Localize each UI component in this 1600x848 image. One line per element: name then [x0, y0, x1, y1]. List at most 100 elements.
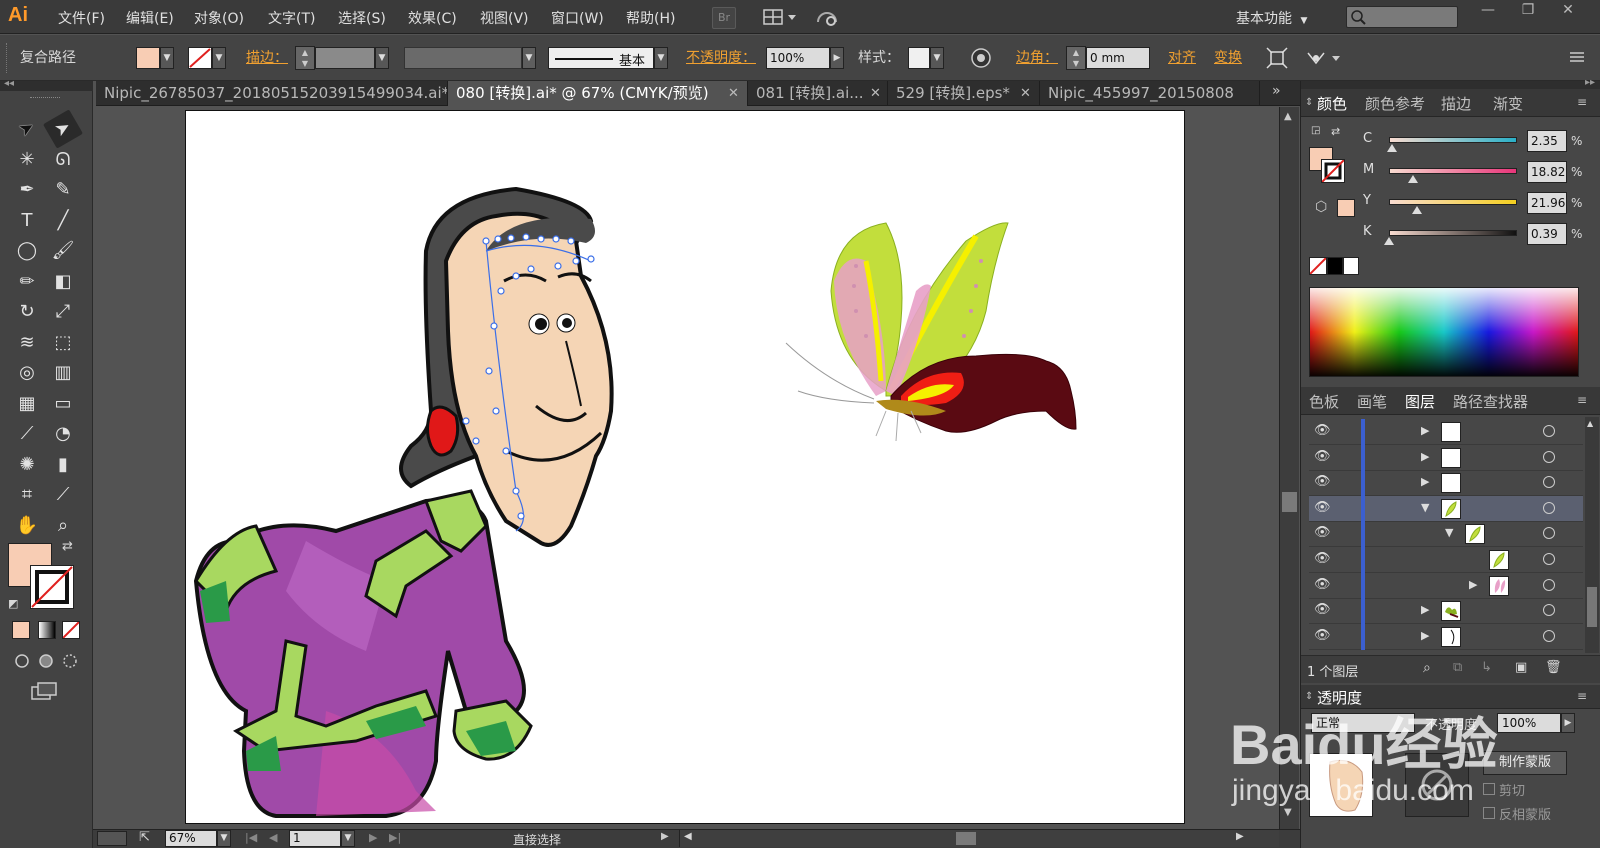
graphic-style-swatch[interactable]: [908, 47, 930, 69]
fill-dropdown[interactable]: ▼: [160, 47, 174, 69]
none-color-swatch[interactable]: [1309, 257, 1327, 275]
color-spectrum[interactable]: [1309, 287, 1579, 377]
target-circle-icon[interactable]: [1543, 425, 1555, 437]
visibility-eye-icon[interactable]: 👁: [1314, 474, 1331, 489]
new-sublayer-icon[interactable]: ↳: [1481, 660, 1492, 675]
bridge-button[interactable]: Br: [712, 7, 736, 29]
scroll-thumb[interactable]: [1282, 492, 1297, 512]
mesh-tool-icon[interactable]: ▦: [12, 390, 42, 418]
white-color-swatch[interactable]: [1343, 257, 1359, 275]
visibility-eye-icon[interactable]: 👁: [1314, 525, 1331, 540]
menu-window[interactable]: 窗口(W): [551, 8, 604, 28]
curvature-tool-icon[interactable]: ✎: [48, 176, 78, 204]
none-mode-button[interactable]: [62, 621, 80, 639]
collapse-arrow-icon[interactable]: ▼: [1421, 501, 1429, 514]
stroke-weight-input[interactable]: [315, 47, 375, 69]
hand-tool-icon[interactable]: ✋: [12, 512, 42, 540]
color-value-y[interactable]: 21.96: [1527, 192, 1567, 214]
stroke-label[interactable]: 描边：: [246, 47, 288, 67]
blend-tool-icon[interactable]: ◔: [48, 420, 78, 448]
status-menu-icon[interactable]: ▶: [661, 831, 669, 842]
expand-arrow-icon[interactable]: ▶: [1421, 450, 1429, 463]
tab-nipic-26785037[interactable]: Nipic_26785037_20180515203915499034.ai*: [96, 81, 448, 106]
selection-tool-icon[interactable]: ➤: [7, 109, 47, 148]
h-scroll-thumb[interactable]: [956, 832, 976, 845]
sync-icon[interactable]: [814, 6, 842, 28]
slider-knob[interactable]: [1408, 175, 1419, 183]
slider-knob[interactable]: [1387, 144, 1397, 152]
scroll-left-icon[interactable]: ◀: [684, 831, 692, 842]
target-circle-icon[interactable]: [1543, 578, 1555, 591]
menu-select[interactable]: 选择(S): [338, 8, 386, 28]
search-input[interactable]: [1346, 6, 1458, 28]
menu-type[interactable]: 文字(T): [268, 8, 315, 28]
zoom-dropdown[interactable]: ▼: [217, 830, 231, 847]
artboard[interactable]: [185, 110, 1185, 824]
target-circle-icon[interactable]: [1543, 527, 1555, 540]
opacity-input[interactable]: 100%: [766, 47, 830, 69]
scroll-right-icon[interactable]: ▶: [1236, 831, 1244, 842]
last-page-icon[interactable]: ▶|: [389, 831, 401, 844]
visibility-eye-icon[interactable]: 👁: [1314, 551, 1331, 566]
minimize-button[interactable]: —: [1468, 2, 1508, 24]
color-panel-menu-icon[interactable]: ≡: [1577, 95, 1587, 109]
slice-tool-icon[interactable]: ⟋: [48, 481, 78, 509]
tab-pathfinder[interactable]: 路径查找器: [1453, 391, 1528, 412]
pencil-tool-icon[interactable]: ✏: [12, 268, 42, 296]
color-slider-k[interactable]: [1389, 230, 1517, 236]
recolor-artwork-icon[interactable]: [970, 47, 992, 69]
artboard-tool-icon[interactable]: ⌗: [12, 481, 42, 509]
brush-dropdown[interactable]: ▼: [654, 47, 668, 69]
panel-menu-icon[interactable]: [1568, 49, 1588, 65]
horizontal-scrollbar[interactable]: ◀ ▶: [679, 830, 1279, 847]
first-page-icon[interactable]: |◀: [245, 831, 257, 844]
layer-row[interactable]: 👁 ▶: [1309, 419, 1583, 445]
symbol-sprayer-tool-icon[interactable]: ✺: [12, 451, 42, 479]
align-link[interactable]: 对齐: [1168, 47, 1196, 67]
zoom-tool-icon[interactable]: ⌕: [48, 512, 78, 540]
color-value-m[interactable]: 18.82: [1527, 161, 1567, 183]
tab-brushes[interactable]: 画笔: [1357, 391, 1387, 412]
expand-arrow-icon[interactable]: ▶: [1421, 603, 1429, 616]
variable-width-dropdown[interactable]: ▼: [522, 47, 536, 69]
tab-layers[interactable]: 图层: [1405, 391, 1435, 412]
stroke-weight-stepper[interactable]: ▲ ▼: [295, 46, 315, 70]
pen-tool-icon[interactable]: ✒: [12, 176, 42, 204]
brush-definition[interactable]: 基本: [548, 47, 654, 69]
more-tabs-icon[interactable]: »: [1272, 83, 1281, 99]
page-input[interactable]: 1: [289, 830, 341, 847]
drawing-modes[interactable]: [12, 651, 82, 671]
tab-nipic-455997[interactable]: Nipic_455997_20150808: [1040, 81, 1260, 106]
close-tab-icon[interactable]: ✕: [728, 81, 739, 106]
visibility-eye-icon[interactable]: 👁: [1314, 602, 1331, 617]
status-icon[interactable]: [97, 831, 127, 846]
stroke-weight-dropdown[interactable]: ▼: [375, 47, 389, 69]
butterfly-illustration[interactable]: [785, 222, 1077, 442]
color-slider-y[interactable]: [1389, 199, 1517, 205]
transform-link[interactable]: 变换: [1214, 47, 1242, 67]
lasso-tool-icon[interactable]: ᘏ: [48, 146, 78, 174]
bar-graph-tool-icon[interactable]: ▮: [48, 451, 78, 479]
close-tab-icon[interactable]: ✕: [1020, 81, 1031, 106]
column-graph-tool-icon[interactable]: ▥: [48, 359, 78, 387]
target-circle-icon[interactable]: [1543, 553, 1555, 565]
layer-row[interactable]: 👁 ▼: [1309, 495, 1583, 522]
restore-button[interactable]: ❐: [1508, 2, 1548, 24]
layers-scroll-up-icon[interactable]: ▲: [1587, 419, 1593, 428]
invert-mask-checkbox[interactable]: [1483, 807, 1495, 819]
character-head-illustration[interactable]: [399, 186, 614, 547]
locate-object-icon[interactable]: ⌕: [1423, 660, 1431, 676]
direct-selection-tool-icon[interactable]: ➤: [43, 109, 83, 149]
variable-width-profile[interactable]: [404, 47, 522, 69]
corner-stepper[interactable]: ▲ ▼: [1066, 46, 1086, 70]
workspace-switcher[interactable]: 基本功能 ▼: [1236, 8, 1307, 28]
target-circle-icon[interactable]: [1543, 450, 1555, 463]
layer-row[interactable]: 👁 ▼: [1309, 521, 1583, 548]
clip-checkbox[interactable]: [1483, 783, 1495, 795]
slider-knob[interactable]: [1384, 237, 1395, 245]
scroll-up-icon[interactable]: ▲: [1284, 111, 1292, 122]
transparency-opacity-input[interactable]: 100%: [1497, 713, 1561, 733]
collapse-arrow-icon[interactable]: ▼: [1445, 526, 1453, 539]
layer-row[interactable]: 👁: [1309, 547, 1583, 573]
ellipse-tool-icon[interactable]: ◯: [12, 237, 42, 265]
